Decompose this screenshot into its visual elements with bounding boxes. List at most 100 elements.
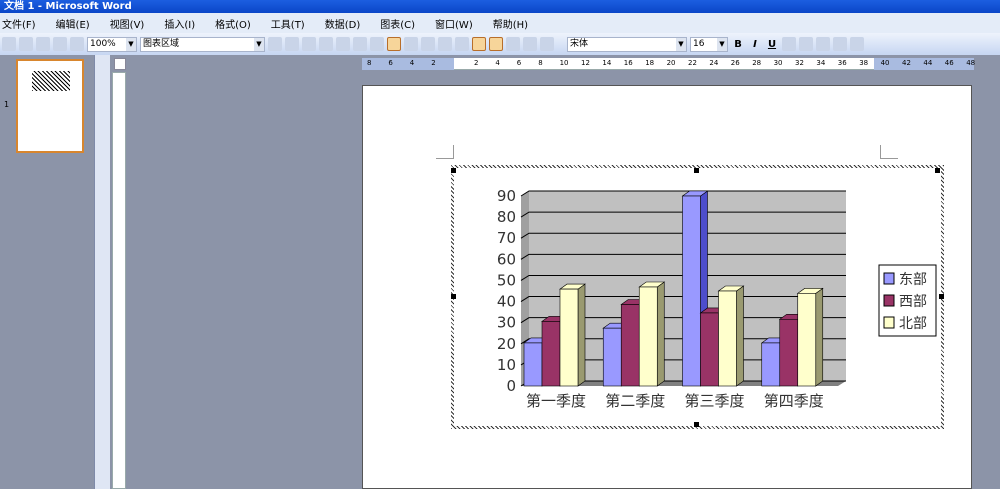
y-tick-label: 60 [497,250,516,268]
copy-icon[interactable] [336,37,350,51]
menu-item[interactable]: 编辑(E) [56,16,90,31]
bar-东部 [682,195,701,387]
thumbnail-scrollbar[interactable] [94,55,110,489]
format-chart-icon[interactable] [268,37,282,51]
bold-button[interactable]: B [731,39,745,50]
y-tick-label: 70 [497,229,516,247]
x-tick-label: 第三季度 [684,392,744,410]
y-tick-label: 40 [497,293,516,311]
bar-东部 [523,342,543,387]
bar-西部 [700,312,719,387]
bar-北部 [638,286,658,387]
resize-handle[interactable] [451,294,456,299]
chart-object-select[interactable]: 图表区域 ▼ [140,36,265,52]
resize-handle[interactable] [939,294,944,299]
chart-type-icon[interactable] [438,37,452,51]
ruler-ticks: 8 6 4 2 2 4 6 8 10 12 14 16 18 20 22 24 26 28 30 32 34 36 38 40… [362,58,976,70]
bar-北部 [559,288,579,387]
italic-button[interactable]: I [748,39,762,50]
tab-selector[interactable] [114,58,126,70]
ruler-tick: 26 [730,59,740,67]
bar-北部 [797,293,817,387]
menu-item[interactable]: 工具(T) [271,16,305,31]
legend-swatch [883,294,895,307]
ruler-tick: 22 [688,59,697,67]
menu-item[interactable]: 数据(D) [325,16,361,31]
bar-西部 [541,321,561,387]
by-row-icon[interactable] [387,37,401,51]
open-icon[interactable] [19,37,33,51]
legend-label: 西部 [899,294,927,310]
y-tick-label: 10 [497,356,516,374]
menu-item[interactable]: 帮助(H) [493,16,528,31]
legend-icon[interactable] [489,37,503,51]
new-icon[interactable] [2,37,16,51]
ruler-tick: 4 [495,59,500,67]
ruler-tick: 42 [902,59,911,67]
ruler-tick: 14 [602,59,612,67]
currency-icon[interactable] [833,37,847,51]
ruler-tick: 2 [474,59,479,67]
ruler-tick: 8 [538,59,543,67]
resize-handle[interactable] [451,168,456,173]
menu-item[interactable]: 视图(V) [110,16,145,31]
datasheet-icon[interactable] [302,37,316,51]
menu-item[interactable]: 文件(F) [2,16,36,31]
bar-东部 [761,342,781,387]
resize-handle[interactable] [935,168,940,173]
save-icon[interactable] [36,37,50,51]
value-gridlines-icon[interactable] [472,37,486,51]
print-icon[interactable] [53,37,67,51]
align-right-icon[interactable] [816,37,830,51]
resize-handle[interactable] [694,168,699,173]
fill-color-icon[interactable] [523,37,537,51]
margin-corner-mark [880,145,898,159]
menu-item[interactable]: 窗口(W) [435,16,473,31]
y-tick-label: 50 [497,271,516,289]
ruler-tick: 30 [773,59,783,67]
bar-北部 [718,290,737,387]
font-size-select[interactable]: 16 ▼ [690,36,728,52]
resize-handle[interactable] [694,422,699,427]
align-left-icon[interactable] [782,37,796,51]
drawing-icon[interactable] [506,37,520,51]
ruler-tick: 10 [559,59,569,67]
percent-icon[interactable] [850,37,864,51]
y-tick-label: 0 [506,377,516,395]
help-icon[interactable] [540,37,554,51]
import-icon[interactable] [285,37,299,51]
chevron-down-icon: ▼ [126,37,136,51]
menu-item[interactable]: 格式(O) [215,16,251,31]
ruler-tick: 44 [923,59,933,67]
preview-icon[interactable] [70,37,84,51]
chart[interactable]: 0 10 20 30 40 50 60 70 80 90 第一季度 第二季度 第三季度 第四季度 东部西部北… [454,168,941,426]
bar-side [815,287,824,387]
x-tick-label: 第二季度 [605,392,665,410]
zoom-select[interactable]: 100% ▼ [87,36,137,52]
bar-西部 [779,318,799,387]
bar-side [736,285,744,387]
cut-icon[interactable] [319,37,333,51]
chart-object-value: 图表区域 [143,38,180,49]
align-center-icon[interactable] [799,37,813,51]
data-table-icon[interactable] [421,37,435,51]
undo-icon[interactable] [370,37,384,51]
menu-item[interactable]: 插入(I) [164,16,195,31]
underline-button[interactable]: U [765,39,779,50]
by-column-icon[interactable] [404,37,418,51]
paste-icon[interactable] [353,37,367,51]
legend-swatch [883,272,895,285]
category-axis-icon[interactable] [455,37,469,51]
bar-东部 [602,327,622,387]
ruler-tick: 6 [388,59,393,67]
ruler-tick: 48 [966,59,976,67]
page-thumbnail[interactable] [16,59,84,153]
font-select[interactable]: 宋体 ▼ [567,36,687,52]
menu-item[interactable]: 图表(C) [380,16,415,31]
chart-object[interactable]: 0 10 20 30 40 50 60 70 80 90 第一季度 第二季度 第三季度 第四季度 东部 西部北… [451,165,944,429]
legend-swatch [883,316,895,329]
legend-label: 北部 [899,316,927,332]
bar-西部 [620,304,640,387]
thumbnail-page-number: 1 [4,100,10,109]
y-tick-label: 20 [497,335,516,353]
